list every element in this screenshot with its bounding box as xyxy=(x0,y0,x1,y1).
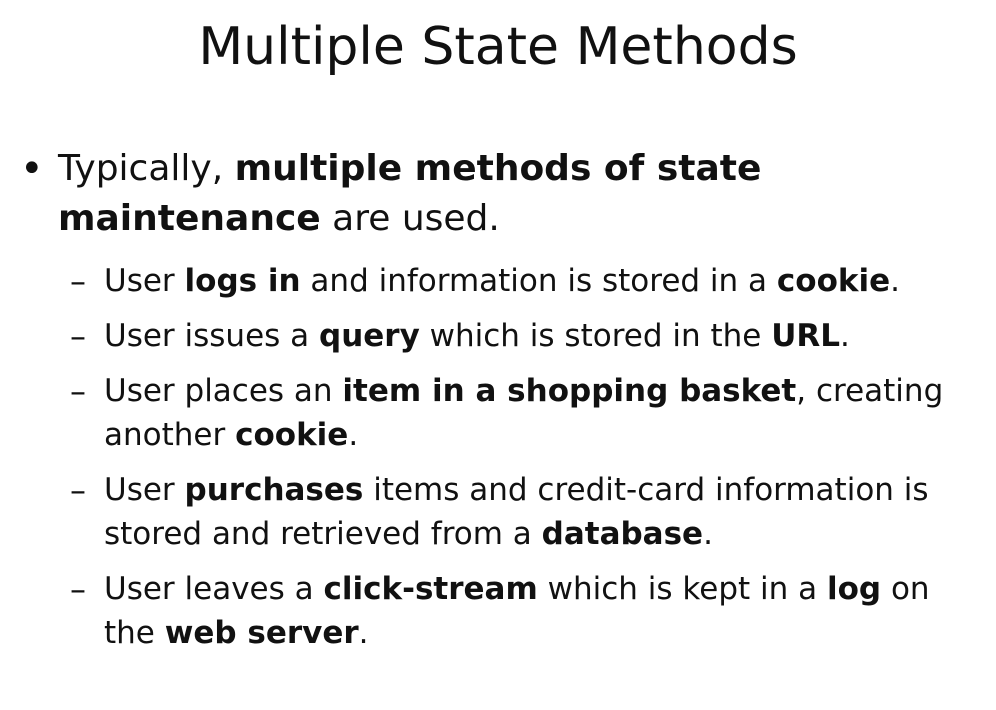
slide-title: Multiple State Methods xyxy=(198,17,798,77)
dash-icon: – xyxy=(70,471,86,509)
slide: Multiple State Methods • Typically, mult… xyxy=(0,0,996,710)
main-bullet-list: • Typically, multiple methods of state m… xyxy=(18,144,958,244)
dash-icon: – xyxy=(70,372,86,410)
sub-bullet-query-url: – User issues a query which is stored in… xyxy=(70,314,980,358)
sub-bullet-text: User logs in and information is stored i… xyxy=(104,263,901,299)
dash-icon: – xyxy=(70,317,86,355)
main-bullet: • Typically, multiple methods of state m… xyxy=(18,144,958,244)
sub-bullet-text: User leaves a click-stream which is kept… xyxy=(104,571,930,651)
sub-bullet-purchase-database: – User purchases items and credit-card i… xyxy=(70,468,980,556)
main-bullet-text: Typically, multiple methods of state mai… xyxy=(58,148,762,239)
sub-bullet-shopping-basket: – User places an item in a shopping bask… xyxy=(70,369,980,457)
sub-bullet-click-stream-log: – User leaves a click-stream which is ke… xyxy=(70,567,980,655)
bullet-dot-icon: • xyxy=(20,146,44,192)
sub-bullet-login-cookie: – User logs in and information is stored… xyxy=(70,259,980,303)
dash-icon: – xyxy=(70,262,86,300)
sub-bullet-list: – User logs in and information is stored… xyxy=(70,259,980,666)
sub-bullet-text: User issues a query which is stored in t… xyxy=(104,318,850,354)
sub-bullet-text: User places an item in a shopping basket… xyxy=(104,373,944,453)
sub-bullet-text: User purchases items and credit-card inf… xyxy=(104,472,929,552)
dash-icon: – xyxy=(70,570,86,608)
